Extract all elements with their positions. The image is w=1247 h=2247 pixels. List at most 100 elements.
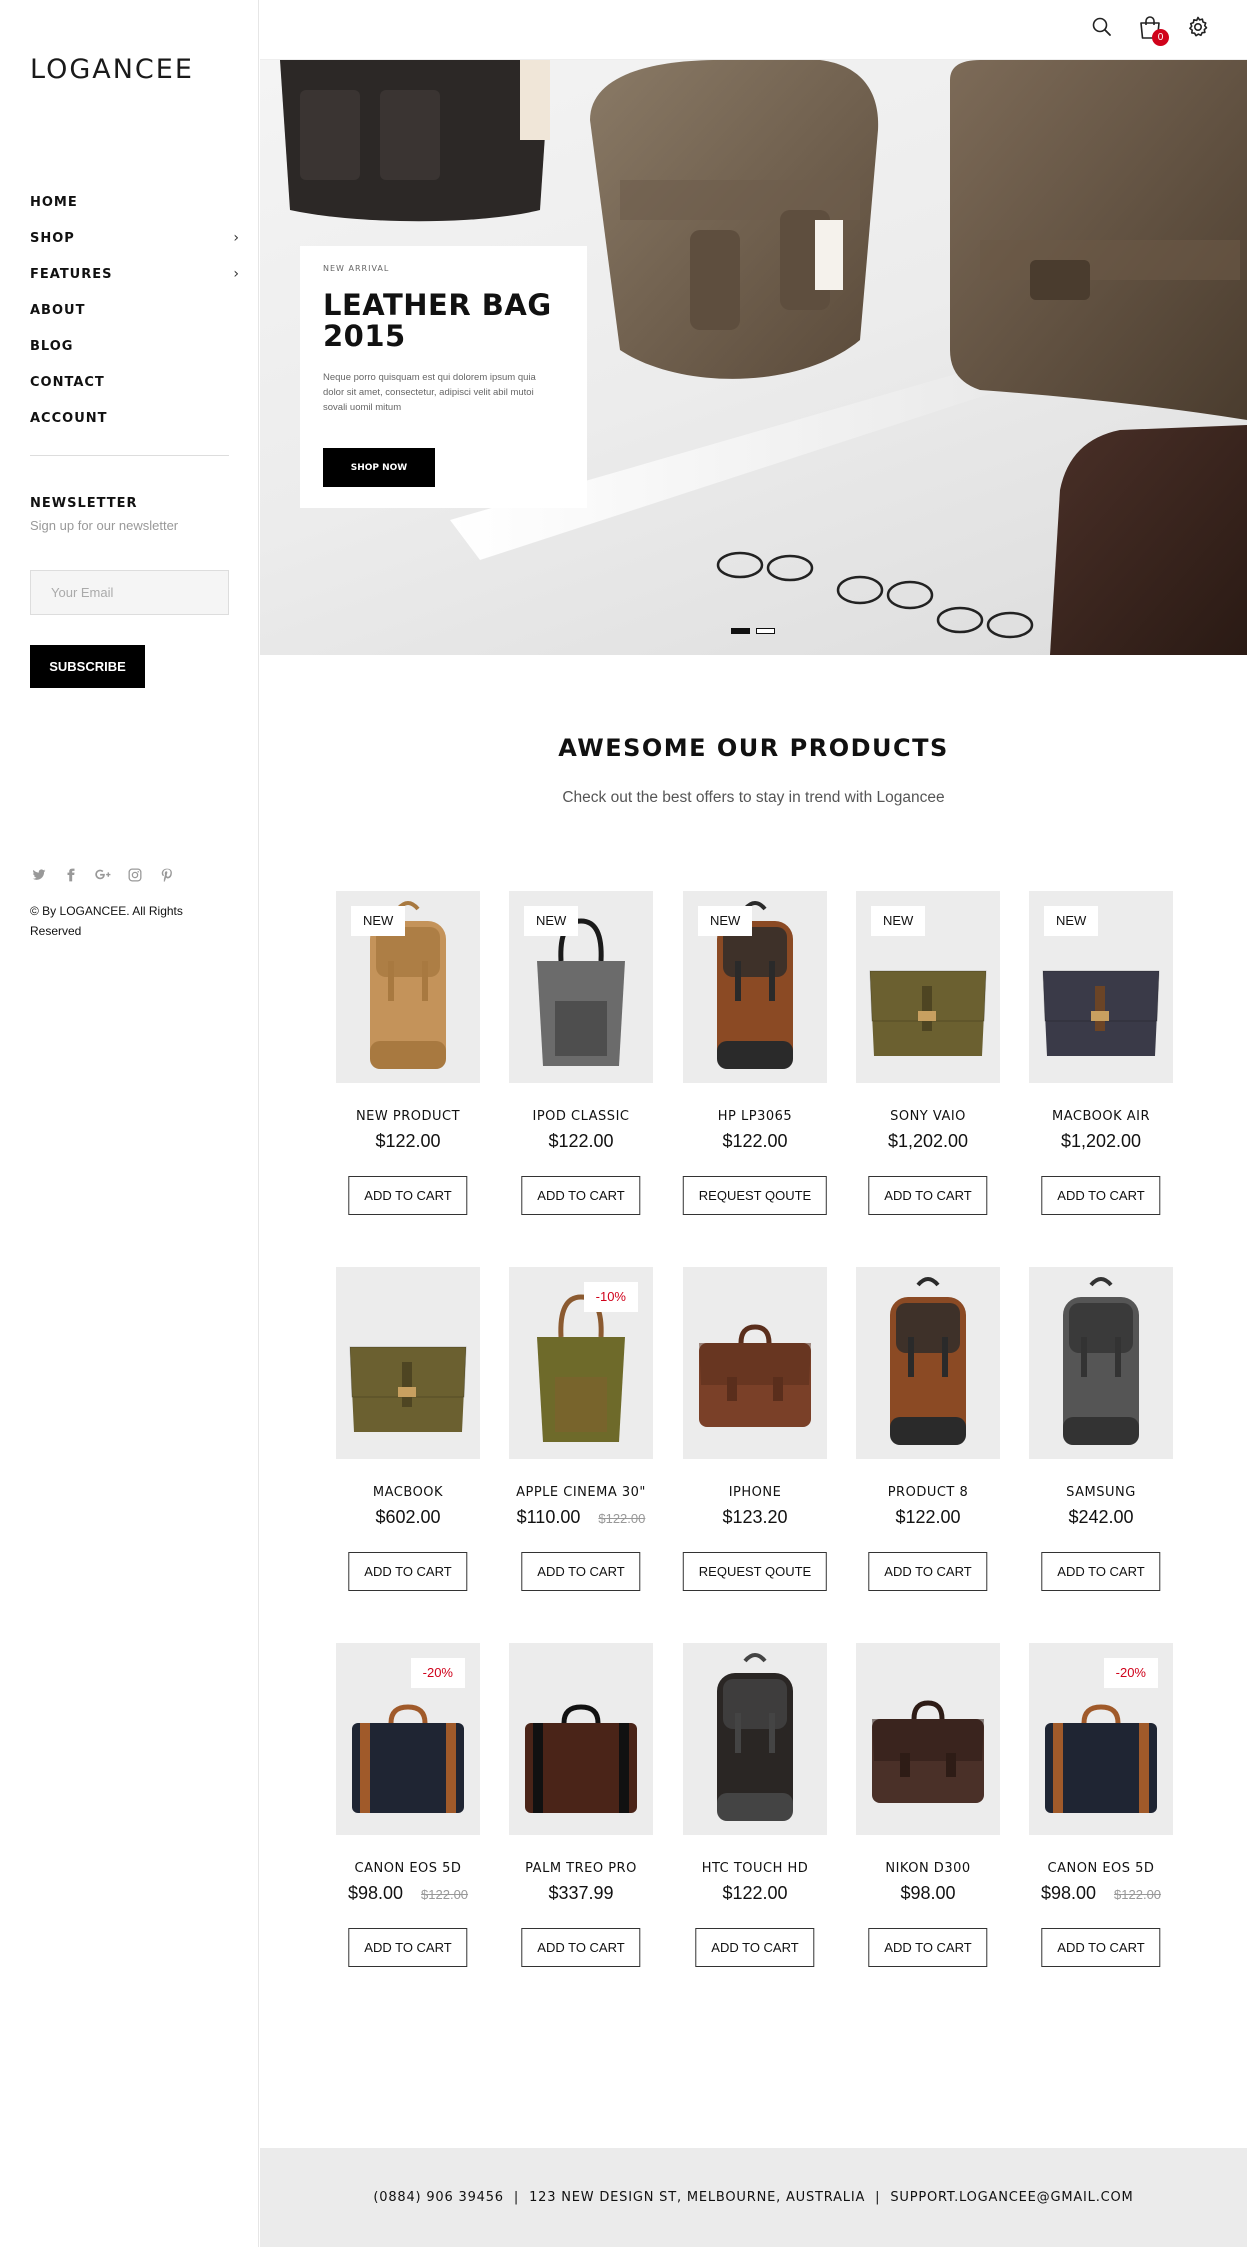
product-image[interactable]	[683, 1643, 827, 1835]
product-name[interactable]: NEW PRODUCT	[316, 1109, 500, 1124]
sidebar: LOGANCEE HOME SHOP › FEATURES › ABOUT BLOG CONT…	[0, 0, 259, 2247]
nav-item-blog[interactable]: BLOG	[30, 328, 240, 364]
shop-now-button[interactable]: SHOP NOW	[323, 448, 435, 487]
add-to-cart-button[interactable]: ADD TO CART	[868, 1552, 988, 1591]
product-image[interactable]: NEW	[856, 891, 1000, 1083]
product-name[interactable]: PRODUCT 8	[836, 1485, 1020, 1500]
product-price: $122.00	[375, 1131, 441, 1151]
add-to-cart-button[interactable]: ADD TO CART	[1041, 1928, 1161, 1967]
discount-badge: -10%	[583, 1282, 638, 1312]
nav-item-home[interactable]: HOME	[30, 184, 240, 220]
cart-icon[interactable]: 0	[1137, 14, 1169, 46]
google-plus-icon[interactable]	[94, 868, 112, 886]
subscribe-button[interactable]: SUBSCRIBE	[30, 645, 145, 688]
footer-contact: (0884) 906 39456 | 123 NEW DESIGN ST, MELB…	[373, 2190, 1134, 2205]
product-price-row: $98.00 $122.00	[316, 1883, 500, 1904]
slider-dot-1[interactable]	[731, 628, 750, 634]
nav-item-features[interactable]: FEATURES ›	[30, 256, 240, 292]
product-name[interactable]: NIKON D300	[836, 1861, 1020, 1876]
social-links	[30, 868, 176, 886]
nav-item-label: ACCOUNT	[30, 410, 108, 426]
product-image[interactable]	[856, 1643, 1000, 1835]
newsletter-subtitle: Sign up for our newsletter	[30, 518, 179, 533]
add-to-cart-button[interactable]: ADD TO CART	[695, 1928, 815, 1967]
product-name[interactable]: HTC TOUCH HD	[663, 1861, 847, 1876]
product-price: $122.00	[548, 1131, 614, 1151]
product-image[interactable]	[509, 1643, 653, 1835]
add-to-cart-button[interactable]: ADD TO CART	[521, 1176, 641, 1215]
product-image[interactable]	[1029, 1267, 1173, 1459]
nav-item-contact[interactable]: CONTACT	[30, 364, 240, 400]
add-to-cart-button[interactable]: ADD TO CART	[521, 1552, 641, 1591]
product-price-row: $122.00	[836, 1507, 1020, 1528]
product-image[interactable]: -20%	[1029, 1643, 1173, 1835]
footer: (0884) 906 39456 | 123 NEW DESIGN ST, MELB…	[260, 2148, 1247, 2247]
gear-icon[interactable]	[1185, 14, 1211, 40]
product-name[interactable]: CANON EOS 5D	[316, 1861, 500, 1876]
add-to-cart-button[interactable]: ADD TO CART	[521, 1928, 641, 1967]
product-image[interactable]: -20%	[336, 1643, 480, 1835]
footer-email[interactable]: SUPPORT.LOGANCEE@GMAIL.COM	[890, 2190, 1133, 2205]
add-to-cart-button[interactable]: ADD TO CART	[348, 1552, 468, 1591]
product-price: $98.00	[1040, 1883, 1097, 1903]
chevron-right-icon: ›	[233, 266, 240, 282]
product-name[interactable]: IPOD CLASSIC	[489, 1109, 673, 1124]
nav-item-label: ABOUT	[30, 302, 86, 318]
product-image[interactable]	[336, 1267, 480, 1459]
product-name[interactable]: MACBOOK AIR	[1009, 1109, 1193, 1124]
facebook-icon[interactable]	[62, 868, 80, 886]
add-to-cart-button[interactable]: ADD TO CART	[868, 1176, 988, 1215]
products-section-subtitle: Check out the best offers to stay in tre…	[562, 789, 945, 806]
product-price-row: $110.00 $122.00	[489, 1507, 673, 1528]
product-price-row: $1,202.00	[836, 1131, 1020, 1152]
add-to-cart-button[interactable]: ADD TO CART	[868, 1928, 988, 1967]
product-name[interactable]: IPHONE	[663, 1485, 847, 1500]
product-image[interactable]: NEW	[683, 891, 827, 1083]
product-name[interactable]: MACBOOK	[316, 1485, 500, 1500]
product-price-row: $98.00	[836, 1883, 1020, 1904]
pinterest-icon[interactable]	[158, 868, 176, 886]
request-quote-button[interactable]: REQUEST QOUTE	[682, 1176, 828, 1215]
product-image[interactable]: NEW	[509, 891, 653, 1083]
nav-item-shop[interactable]: SHOP ›	[30, 220, 240, 256]
product-image[interactable]: -10%	[509, 1267, 653, 1459]
chevron-right-icon: ›	[233, 230, 240, 246]
top-bar: 0	[260, 0, 1247, 60]
add-to-cart-button[interactable]: ADD TO CART	[1041, 1176, 1161, 1215]
product-price: $123.20	[722, 1507, 788, 1527]
hero-kicker: NEW ARRIVAL	[323, 264, 390, 273]
nav-item-label: BLOG	[30, 338, 74, 354]
request-quote-button[interactable]: REQUEST QOUTE	[682, 1552, 828, 1591]
nav-item-label: CONTACT	[30, 374, 105, 390]
product-name[interactable]: APPLE CINEMA 30"	[489, 1485, 673, 1500]
product-price-row: $98.00 $122.00	[1009, 1883, 1193, 1904]
instagram-icon[interactable]	[126, 868, 144, 886]
search-icon[interactable]	[1089, 14, 1115, 40]
add-to-cart-button[interactable]: ADD TO CART	[348, 1928, 468, 1967]
product-name[interactable]: PALM TREO PRO	[489, 1861, 673, 1876]
new-badge: NEW	[698, 906, 753, 936]
product-name[interactable]: HP LP3065	[663, 1109, 847, 1124]
products-section-title: AWESOME OUR PRODUCTS	[558, 734, 949, 762]
product-image[interactable]: NEW	[336, 891, 480, 1083]
product-old-price: $122.00	[1114, 1887, 1162, 1902]
product-name[interactable]: SONY VAIO	[836, 1109, 1020, 1124]
product-image[interactable]	[683, 1267, 827, 1459]
logo[interactable]: LOGANCEE	[30, 54, 194, 85]
product-name[interactable]: CANON EOS 5D	[1009, 1861, 1193, 1876]
new-badge: NEW	[351, 906, 406, 936]
nav-item-account[interactable]: ACCOUNT	[30, 400, 240, 436]
nav-item-about[interactable]: ABOUT	[30, 292, 240, 328]
discount-badge: -20%	[1103, 1658, 1158, 1688]
add-to-cart-button[interactable]: ADD TO CART	[348, 1176, 468, 1215]
product-image[interactable]: NEW	[1029, 891, 1173, 1083]
product-price: $122.00	[722, 1883, 788, 1903]
product-name[interactable]: SAMSUNG	[1009, 1485, 1193, 1500]
newsletter-email-input[interactable]	[30, 570, 229, 615]
product-image[interactable]	[856, 1267, 1000, 1459]
copyright-text: © By LOGANCEE. All Rights Reserved	[30, 904, 183, 938]
twitter-icon[interactable]	[30, 868, 48, 886]
product-price-row: $122.00	[663, 1131, 847, 1152]
add-to-cart-button[interactable]: ADD TO CART	[1041, 1552, 1161, 1591]
slider-dot-2[interactable]	[756, 628, 775, 634]
